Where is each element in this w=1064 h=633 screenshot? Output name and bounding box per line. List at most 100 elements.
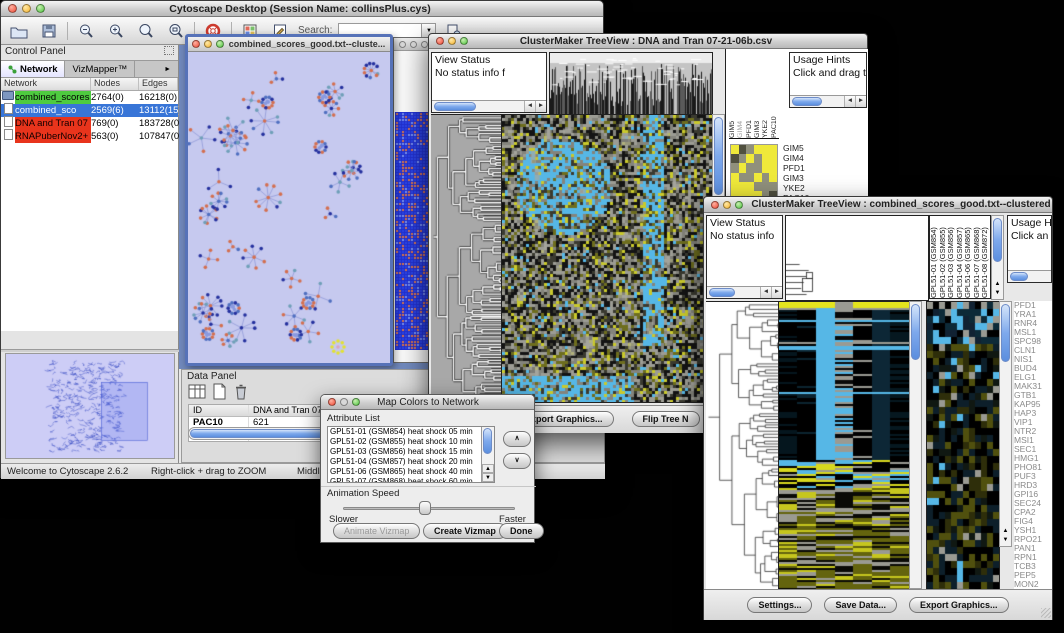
matrix-cell[interactable] [762,182,770,191]
matrix-cell[interactable] [739,182,747,191]
gene-list-item[interactable]: MON2 [1014,580,1052,589]
network-canvas[interactable] [188,52,390,363]
zoom-out-button[interactable] [74,20,98,42]
treeview2-titlebar[interactable]: ClusterMaker TreeView : combined_scores_… [704,197,1052,213]
zoom-button[interactable] [36,4,45,13]
matrix-cell[interactable] [731,182,739,191]
matrix-cell[interactable] [731,145,739,154]
inactive-zoom-button[interactable] [421,41,428,48]
zoom-button[interactable] [460,37,468,45]
scroll-right-arrow[interactable]: ► [771,287,782,298]
matrix-cell[interactable] [746,182,754,191]
delete-attribute-button[interactable] [233,383,248,405]
birdseye-canvas[interactable] [6,354,174,458]
matrix-cell[interactable] [762,163,770,172]
tab-overflow-button[interactable]: ► [135,61,178,77]
matrix-cell[interactable] [754,182,762,191]
heatmap-column-label[interactable]: GPL51-03 (GSM856) [947,216,956,298]
scrollbar-thumb[interactable] [709,288,735,297]
matrix-cell[interactable] [731,163,739,172]
close-button[interactable] [8,4,17,13]
tv1-heatmap-canvas[interactable] [501,114,713,403]
attribute-list-item[interactable]: GPL51-03 (GSM856) heat shock 15 min [328,447,494,457]
gene-list-vscrollbar[interactable]: ▲ ▼ [999,301,1012,547]
close-button[interactable] [711,201,719,209]
save-button[interactable] [37,20,61,42]
matrix-column-label[interactable]: YKE2 [762,52,770,138]
minimize-button[interactable] [204,40,212,48]
slider-thumb[interactable] [419,501,431,515]
view-status-hscrollbar[interactable]: ◄ ► [432,100,546,112]
matrix-cell[interactable] [746,154,754,163]
usage-hints-hscrollbar[interactable] [1008,270,1051,282]
done-button[interactable]: Done [499,523,544,539]
matrix-cell[interactable] [762,154,770,163]
treeview-action-button[interactable]: Save Data... [824,597,897,613]
open-button[interactable] [7,20,31,42]
usage-hints-hscrollbar[interactable]: ◄ ► [790,95,866,107]
scrollbar-thumb[interactable] [792,97,822,106]
main-titlebar[interactable]: Cytoscape Desktop (Session Name: collins… [1,1,603,17]
zoom-button[interactable] [216,40,224,48]
close-button[interactable] [192,40,200,48]
network-list-item[interactable]: DNA and Tran 07 769(0) 183728(0) [1,117,178,130]
heatmap-column-label[interactable]: GPL51-02 (GSM855) [939,216,948,298]
attribute-list-item[interactable]: GPL51-01 (GSM854) heat shock 05 min [328,427,494,437]
matrix-row-label[interactable]: GIM3 [783,173,843,183]
minimize-button[interactable] [448,37,456,45]
float-panel-icon[interactable] [164,46,174,55]
tv2-heatmap-canvas[interactable] [778,301,910,591]
move-up-button[interactable]: ∧ [503,431,531,447]
matrix-cell[interactable] [731,173,739,182]
matrix-row-label[interactable]: GIM4 [783,153,843,163]
matrix-column-label[interactable]: GIM4 [737,52,745,138]
heatmap-column-label[interactable]: GPL51-01 (GSM854) [930,216,939,298]
panel-divider[interactable] [1,349,179,352]
minimize-button[interactable] [723,201,731,209]
scroll-up-arrow[interactable]: ▲ [992,280,1003,289]
attribute-list-item[interactable]: GPL51-07 (GSM868) heat shock 60 min [328,477,494,483]
matrix-cell[interactable] [769,163,777,172]
attribute-list-item[interactable]: GPL51-06 (GSM865) heat shock 40 min [328,467,494,477]
resize-grip[interactable] [1041,608,1051,618]
matrix-cell[interactable] [762,145,770,154]
tv2-collabel-vscrollbar[interactable]: ▲ ▼ [991,215,1004,300]
matrix-cell[interactable] [739,163,747,172]
new-attribute-button[interactable] [212,383,227,405]
close-button[interactable] [328,398,336,406]
matrix-cell[interactable] [769,173,777,182]
create-vizmap-button[interactable]: Create Vizmap [423,523,507,539]
view-status-hscrollbar[interactable]: ◄ ► [707,286,782,298]
close-button[interactable] [436,37,444,45]
scroll-right-arrow[interactable]: ► [535,101,546,112]
dialog-titlebar[interactable]: Map Colors to Network [321,395,534,410]
matrix-cell[interactable] [746,145,754,154]
animate-vizmap-button[interactable]: Animate Vizmap [333,523,420,539]
col-edges[interactable]: Edges [139,78,178,90]
attribute-list-item[interactable]: GPL51-04 (GSM857) heat shock 20 min [328,457,494,467]
scroll-down-arrow[interactable]: ▼ [482,473,494,482]
scroll-left-arrow[interactable]: ◄ [760,287,771,298]
tab-network[interactable]: Network [1,61,65,77]
matrix-cell[interactable] [739,173,747,182]
matrix-cell[interactable] [762,173,770,182]
scroll-up-arrow[interactable]: ▲ [482,464,494,473]
minimize-button[interactable] [22,4,31,13]
heatmap-column-label[interactable]: GPL51-06 (GSM865) [964,216,973,298]
zoom-fit-button[interactable] [134,20,158,42]
matrix-cell[interactable] [739,154,747,163]
network-list-item[interactable]: RNAPuberNov2+ 563(0) 107847(0) [1,130,178,143]
matrix-cell[interactable] [754,173,762,182]
matrix-column-label[interactable]: PAC10 [771,52,779,138]
treeview-action-button[interactable]: Export Graphics... [909,597,1009,613]
col-network[interactable]: Network [1,78,91,90]
select-attributes-button[interactable] [188,383,206,405]
zoom-button[interactable] [352,398,360,406]
scroll-right-arrow[interactable]: ► [855,96,866,107]
scroll-down-arrow[interactable]: ▼ [992,289,1003,298]
inactive-minimize-button[interactable] [410,41,417,48]
zoom-in-button[interactable] [104,20,128,42]
matrix-cell[interactable] [739,145,747,154]
treeview-action-button[interactable]: Flip Tree N [632,411,700,427]
scrollbar-thumb[interactable] [993,218,1002,262]
